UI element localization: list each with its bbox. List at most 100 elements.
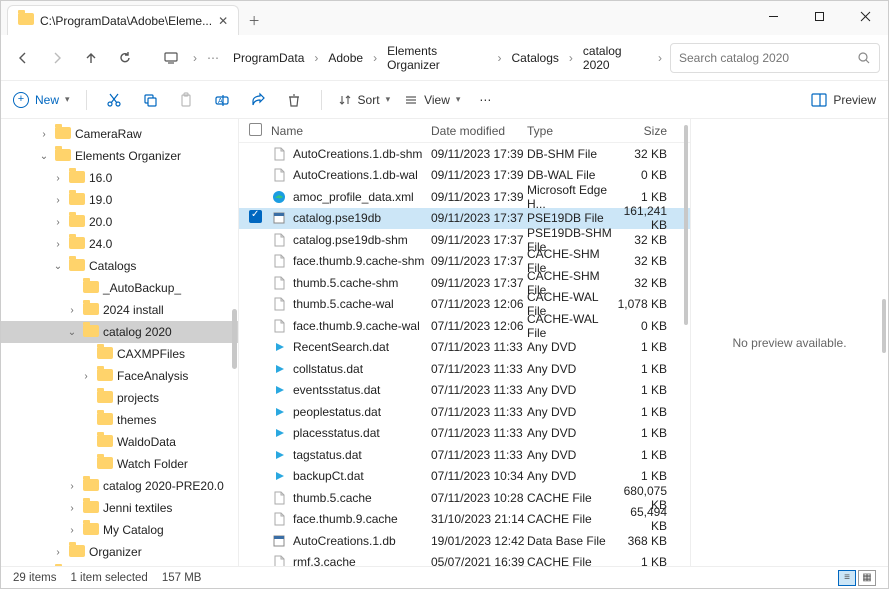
table-row[interactable]: rmf.3.cache05/07/2021 16:39CACHE File1 K… — [239, 552, 690, 567]
tree-item[interactable]: themes — [1, 409, 238, 431]
tree-twist-icon[interactable]: ⌄ — [65, 327, 79, 338]
preview-pane-button[interactable]: Preview — [811, 93, 876, 107]
share-button[interactable] — [247, 89, 269, 111]
select-all-checkbox[interactable] — [249, 123, 262, 136]
tree-twist-icon[interactable]: › — [65, 503, 79, 514]
rename-button[interactable]: A — [211, 89, 233, 111]
more-button[interactable]: ⋯ — [474, 89, 496, 111]
tree-item[interactable]: ⌄Catalogs — [1, 255, 238, 277]
tree-item[interactable]: _AutoBackup_ — [1, 277, 238, 299]
tree-twist-icon[interactable]: › — [51, 217, 65, 228]
table-row[interactable]: catalog.pse19db-shm09/11/2023 17:37PSE19… — [239, 229, 690, 251]
tree-item[interactable]: ›16.0 — [1, 167, 238, 189]
forward-button[interactable] — [43, 44, 71, 72]
pc-icon[interactable] — [157, 44, 185, 72]
tree-item[interactable]: ›2024 install — [1, 299, 238, 321]
row-checkbox[interactable] — [249, 210, 262, 223]
details-view-toggle[interactable]: ≡ — [838, 570, 856, 586]
table-row[interactable]: AutoCreations.1.db-shm09/11/2023 17:39DB… — [239, 143, 690, 165]
tree-item[interactable]: ›19.0 — [1, 189, 238, 211]
table-row[interactable]: collstatus.dat07/11/2023 11:33Any DVD1 K… — [239, 358, 690, 380]
tree-twist-icon[interactable]: › — [65, 305, 79, 316]
tree-item[interactable]: ›20.0 — [1, 211, 238, 233]
table-row[interactable]: placesstatus.dat07/11/2023 11:33Any DVD1… — [239, 423, 690, 445]
view-button[interactable]: View ▾ — [404, 93, 460, 107]
tree-item[interactable]: ⌄Elements Organizer — [1, 145, 238, 167]
table-row[interactable]: RecentSearch.dat07/11/2023 11:33Any DVD1… — [239, 337, 690, 359]
minimize-button[interactable] — [750, 1, 796, 31]
cut-button[interactable] — [103, 89, 125, 111]
table-row[interactable]: peoplestatus.dat07/11/2023 11:33Any DVD1… — [239, 401, 690, 423]
file-list[interactable]: Name Date modified Type Size AutoCreatio… — [239, 119, 690, 566]
tree-twist-icon[interactable]: › — [65, 525, 79, 536]
tree-twist-icon[interactable]: ⌄ — [51, 261, 65, 272]
list-scrollbar[interactable] — [684, 125, 688, 325]
breadcrumb-item[interactable]: ProgramData — [227, 47, 310, 69]
search-box[interactable] — [670, 43, 880, 73]
nav-tree[interactable]: ›CameraRaw⌄Elements Organizer›16.0›19.0›… — [1, 119, 239, 566]
search-input[interactable] — [679, 51, 851, 65]
sort-button[interactable]: Sort ▾ — [338, 93, 391, 107]
tree-twist-icon[interactable]: › — [65, 481, 79, 492]
chevron-right-icon[interactable]: › — [656, 51, 664, 65]
breadcrumb-item[interactable]: catalog 2020 — [577, 40, 654, 76]
paste-button[interactable] — [175, 89, 197, 111]
tree-twist-icon[interactable]: › — [51, 239, 65, 250]
browser-tab[interactable]: C:\ProgramData\Adobe\Eleme... ✕ — [7, 5, 239, 35]
breadcrumb-item[interactable]: Adobe — [322, 47, 369, 69]
breadcrumb-item[interactable]: Elements Organizer — [381, 40, 493, 76]
column-type[interactable]: Type — [527, 124, 615, 138]
tree-twist-icon[interactable]: › — [51, 547, 65, 558]
refresh-button[interactable] — [111, 44, 139, 72]
table-row[interactable]: catalog.pse19db09/11/2023 17:37PSE19DB F… — [239, 208, 690, 230]
column-date[interactable]: Date modified — [431, 124, 527, 138]
table-row[interactable]: AutoCreations.1.db19/01/2023 12:42Data B… — [239, 530, 690, 552]
tiles-view-toggle[interactable]: ▦ — [858, 570, 876, 586]
tree-item[interactable]: ›Organizer — [1, 541, 238, 563]
tree-item[interactable]: projects — [1, 387, 238, 409]
tree-item[interactable]: ›Installer — [1, 563, 238, 566]
tree-twist-icon[interactable]: › — [51, 195, 65, 206]
tree-item[interactable]: ›24.0 — [1, 233, 238, 255]
table-row[interactable]: AutoCreations.1.db-wal09/11/2023 17:39DB… — [239, 165, 690, 187]
tree-item[interactable]: ⌄catalog 2020 — [1, 321, 238, 343]
tree-item[interactable]: ›catalog 2020-PRE20.0 — [1, 475, 238, 497]
tree-item[interactable]: ›My Catalog — [1, 519, 238, 541]
preview-scrollbar[interactable] — [882, 299, 886, 353]
back-button[interactable] — [9, 44, 37, 72]
breadcrumb-item[interactable]: Catalogs — [506, 47, 565, 69]
chevron-right-icon[interactable]: › — [496, 51, 504, 65]
tree-twist-icon[interactable]: ⌄ — [37, 151, 51, 162]
up-button[interactable] — [77, 44, 105, 72]
tree-twist-icon[interactable]: › — [51, 173, 65, 184]
table-row[interactable]: face.thumb.9.cache31/10/2023 21:14CACHE … — [239, 509, 690, 531]
tree-twist-icon[interactable]: › — [37, 129, 51, 140]
close-window-button[interactable] — [842, 1, 888, 31]
table-row[interactable]: thumb.5.cache-wal07/11/2023 12:06CACHE-W… — [239, 294, 690, 316]
overflow-icon[interactable]: ⋯ — [205, 51, 221, 65]
copy-button[interactable] — [139, 89, 161, 111]
table-row[interactable]: thumb.5.cache-shm09/11/2023 17:37CACHE-S… — [239, 272, 690, 294]
search-icon[interactable] — [857, 51, 871, 65]
chevron-right-icon[interactable]: › — [567, 51, 575, 65]
tree-scrollbar[interactable] — [232, 309, 237, 369]
table-row[interactable]: face.thumb.9.cache-wal07/11/2023 12:06CA… — [239, 315, 690, 337]
tree-item[interactable]: Watch Folder — [1, 453, 238, 475]
tree-item[interactable]: WaldoData — [1, 431, 238, 453]
new-tab-button[interactable]: ＋ — [239, 5, 269, 35]
tree-item[interactable]: ›Jenni textiles — [1, 497, 238, 519]
table-row[interactable]: tagstatus.dat07/11/2023 11:33Any DVD1 KB — [239, 444, 690, 466]
table-row[interactable]: face.thumb.9.cache-shm09/11/2023 17:37CA… — [239, 251, 690, 273]
table-row[interactable]: eventsstatus.dat07/11/2023 11:33Any DVD1… — [239, 380, 690, 402]
column-name[interactable]: Name — [271, 124, 431, 138]
list-header[interactable]: Name Date modified Type Size — [239, 119, 690, 143]
tree-item[interactable]: ›CameraRaw — [1, 123, 238, 145]
chevron-right-icon[interactable]: › — [191, 51, 199, 65]
chevron-right-icon[interactable]: › — [312, 51, 320, 65]
maximize-button[interactable] — [796, 1, 842, 31]
new-button[interactable]: + New ▾ — [13, 92, 70, 108]
tree-item[interactable]: ›FaceAnalysis — [1, 365, 238, 387]
close-tab-icon[interactable]: ✕ — [218, 14, 228, 28]
delete-button[interactable] — [283, 89, 305, 111]
column-size[interactable]: Size — [615, 124, 675, 138]
